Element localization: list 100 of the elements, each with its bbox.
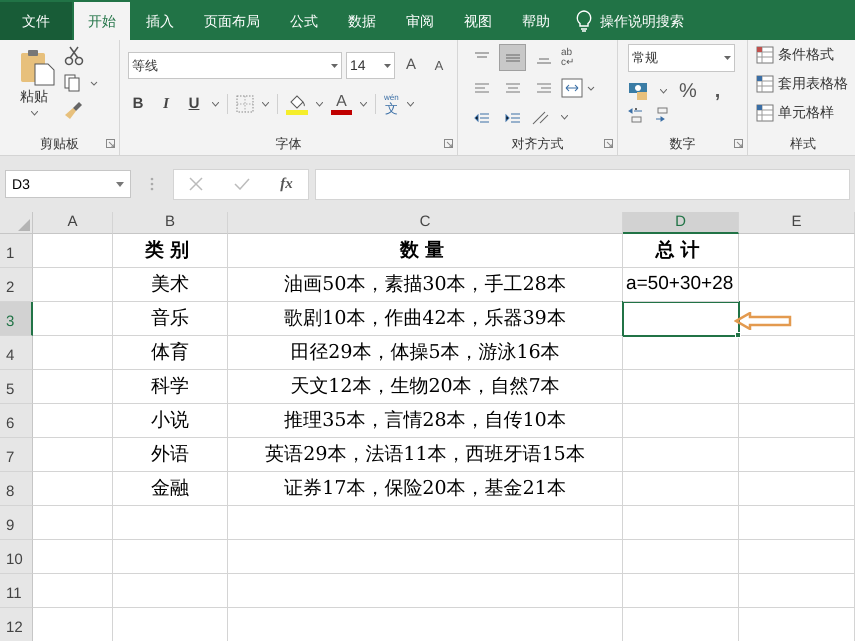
align-center-icon[interactable]: [504, 82, 520, 94]
row-header[interactable]: 7: [0, 438, 33, 472]
merge-center-icon[interactable]: [561, 76, 595, 98]
ribbon-tab[interactable]: 审阅: [392, 2, 448, 40]
ribbon-tab[interactable]: 公式: [276, 2, 332, 40]
decrease-indent-icon[interactable]: [474, 112, 490, 124]
row-header[interactable]: 9: [0, 506, 33, 540]
ribbon-tab[interactable]: 开始: [74, 2, 130, 40]
decrease-font-size-button[interactable]: A: [427, 54, 451, 78]
row-header[interactable]: 11: [0, 574, 33, 608]
increase-indent-icon[interactable]: [504, 112, 520, 124]
row-header[interactable]: 6: [0, 404, 33, 438]
row-header[interactable]: 12: [0, 608, 33, 641]
currency-icon[interactable]: [628, 81, 650, 101]
table-cell: 天文12本，生物20本，自然7本: [228, 370, 623, 404]
number-format-field[interactable]: 常规: [628, 44, 735, 72]
tell-me-search[interactable]: 操作说明搜索: [600, 10, 684, 32]
column-header[interactable]: B: [113, 212, 228, 234]
dialog-launcher-icon[interactable]: [734, 139, 743, 148]
caret-icon[interactable]: [212, 102, 219, 106]
ribbon-tab[interactable]: 页面布局: [190, 2, 274, 40]
underline-button[interactable]: U: [184, 92, 204, 116]
percent-style-button[interactable]: %: [677, 76, 699, 106]
selected-cell[interactable]: [623, 302, 739, 336]
copy-icon[interactable]: [64, 74, 98, 92]
table-cell: 小说: [113, 404, 228, 438]
phonetic-guide-button[interactable]: wén 文: [384, 94, 399, 114]
row-header[interactable]: 5: [0, 370, 33, 404]
table-cell: 科学: [113, 370, 228, 404]
column-header[interactable]: D: [623, 212, 739, 234]
table-cell: 证券17本，保险20本，基金21本: [228, 472, 623, 506]
caret-icon[interactable]: [660, 88, 667, 94]
paste-button[interactable]: 粘贴: [20, 86, 48, 107]
table-cell: 油画50本，素描30本，手工28本: [228, 268, 623, 302]
row-header[interactable]: 3: [0, 302, 33, 336]
bold-button[interactable]: B: [128, 92, 148, 116]
ribbon-tab[interactable]: 数据: [334, 2, 390, 40]
comma-style-button[interactable]: ,: [708, 76, 726, 106]
group-label: 剪贴板: [40, 135, 79, 154]
italic-button[interactable]: I: [156, 92, 176, 116]
insert-function-button[interactable]: fx: [280, 172, 293, 196]
ribbon-tab[interactable]: 帮助: [508, 2, 564, 40]
table-cell: 音乐: [113, 302, 228, 336]
conditional-format-icon: [756, 46, 774, 64]
group-label: 样式: [790, 135, 816, 154]
format-painter-icon[interactable]: [64, 100, 84, 120]
name-box[interactable]: D3: [5, 170, 131, 198]
cut-icon[interactable]: [64, 46, 84, 66]
ribbon-tab[interactable]: 文件: [0, 2, 72, 40]
fill-color-icon[interactable]: [286, 93, 308, 115]
styles-menu-item[interactable]: 条件格式: [778, 44, 834, 65]
styles-menu-item[interactable]: 单元格样: [778, 102, 834, 123]
dialog-launcher-icon[interactable]: [604, 139, 613, 148]
dropdown-caret-icon: [724, 56, 731, 60]
table-cell: a=50+30+28: [623, 268, 739, 302]
row-header[interactable]: 8: [0, 472, 33, 506]
dialog-launcher-icon[interactable]: [444, 139, 453, 148]
grip-icon: [150, 176, 154, 192]
arrow-drawing: [734, 312, 792, 330]
caret-icon[interactable]: [262, 102, 269, 106]
font-size-field[interactable]: 14: [346, 52, 395, 79]
caret-icon[interactable]: [30, 111, 38, 116]
caret-icon[interactable]: [561, 115, 568, 120]
increase-decimal-icon[interactable]: [628, 106, 644, 124]
align-right-icon[interactable]: [536, 82, 552, 94]
column-header[interactable]: E: [739, 212, 855, 234]
middle-align-button[interactable]: [499, 44, 526, 71]
formula-input[interactable]: [315, 168, 850, 200]
font-name-field[interactable]: 等线: [128, 52, 342, 79]
dropdown-caret-icon: [116, 182, 124, 186]
middle-align-icon: [504, 52, 520, 64]
ribbon-tab[interactable]: 插入: [132, 2, 188, 40]
increase-font-size-button[interactable]: A: [399, 54, 423, 78]
table-cell: 外语: [113, 438, 228, 472]
row-header[interactable]: 1: [0, 234, 33, 268]
caret-icon[interactable]: [316, 102, 323, 106]
table-cell: 体育: [113, 336, 228, 370]
paste-icon[interactable]: [18, 48, 56, 86]
table-cell: 数量: [228, 234, 623, 268]
column-header[interactable]: C: [228, 212, 623, 234]
dialog-launcher-icon[interactable]: [106, 139, 115, 148]
cell-styles-icon: [756, 104, 774, 122]
fill-handle[interactable]: [735, 332, 741, 338]
dropdown-caret-icon: [384, 64, 391, 68]
styles-menu-item[interactable]: 套用表格格: [778, 73, 848, 94]
border-icon[interactable]: [236, 95, 254, 113]
decrease-decimal-icon[interactable]: [654, 106, 670, 124]
column-header[interactable]: A: [33, 212, 113, 234]
row-header[interactable]: 4: [0, 336, 33, 370]
font-color-button[interactable]: A: [331, 94, 352, 114]
group-label: 字体: [276, 135, 302, 154]
ribbon-tab[interactable]: 视图: [450, 2, 506, 40]
table-cell: 英语29本，法语11本，西班牙语15本: [228, 438, 623, 472]
caret-icon[interactable]: [406, 102, 414, 106]
wrap-text-button[interactable]: ab c↵: [561, 48, 597, 68]
caret-icon[interactable]: [360, 102, 367, 106]
row-header[interactable]: 10: [0, 540, 33, 574]
table-cell: 金融: [113, 472, 228, 506]
row-header[interactable]: 2: [0, 268, 33, 302]
align-left-icon[interactable]: [474, 82, 490, 94]
